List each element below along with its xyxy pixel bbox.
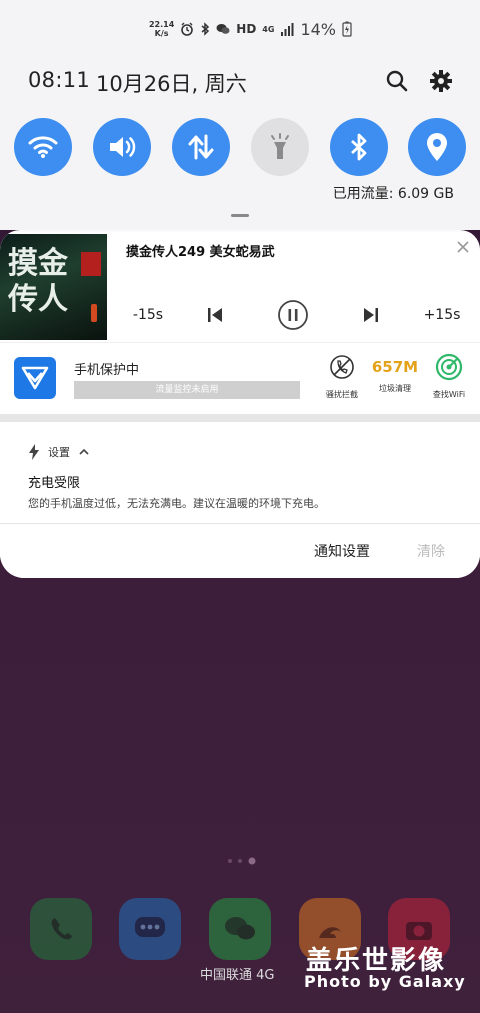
find-wifi-button[interactable]: 查找WiFi <box>424 353 474 409</box>
quick-tiles <box>14 118 466 176</box>
skip-next-icon <box>364 308 378 322</box>
pause-icon <box>278 300 308 330</box>
media-title: 摸金传人249 美女蛇易武 <box>126 245 275 260</box>
notification-header[interactable]: 设置 <box>28 444 90 460</box>
previous-button[interactable] <box>203 298 227 332</box>
security-title: 手机保护中 <box>74 363 140 378</box>
network-speed: 22.14 K/s <box>149 20 174 38</box>
skip-previous-icon <box>208 308 222 322</box>
lightning-icon <box>29 444 39 460</box>
network-speed-unit: K/s <box>154 29 169 38</box>
notification-list: 摸金 传人 摸金传人249 美女蛇易武 -15s +15s 手机保护中 流量监控… <box>0 230 480 578</box>
watermark-english: Photo by Galaxy <box>304 972 466 991</box>
speaker-icon <box>110 137 136 157</box>
harassment-block-label: 骚扰拦截 <box>326 390 358 399</box>
block-call-icon <box>330 355 354 379</box>
notification-separator <box>0 414 480 422</box>
media-controls: -15s +15s <box>107 298 480 332</box>
clear-button[interactable]: 清除 <box>417 541 445 561</box>
status-icons: 22.14 K/s HD 4G 14% <box>149 18 352 40</box>
flashlight-icon <box>271 133 289 159</box>
wifi-radar-icon <box>435 353 463 381</box>
rewind-label: -15s <box>132 307 164 323</box>
media-notification[interactable]: 摸金 传人 摸金传人249 美女蛇易武 -15s +15s <box>0 232 480 342</box>
alarm-icon <box>181 22 194 36</box>
next-button[interactable] <box>359 298 383 332</box>
network-speed-value: 22.14 <box>148 20 175 29</box>
notification-app-name: 设置 <box>48 446 70 459</box>
signal-icon <box>281 23 294 36</box>
album-art-figure <box>91 304 97 322</box>
clock: 08:11 <box>28 68 91 92</box>
notification-title: 充电受限 <box>28 476 81 491</box>
album-art: 摸金 传人 <box>0 234 107 340</box>
wechat-app[interactable] <box>209 898 271 960</box>
page-indicator <box>228 857 256 865</box>
battery-charging-icon <box>342 21 352 37</box>
camera-icon <box>406 922 432 940</box>
album-art-text-2: 传人 <box>8 282 68 317</box>
wechat-icon <box>225 917 255 940</box>
sound-tile[interactable] <box>93 118 151 176</box>
divider <box>0 523 480 524</box>
quick-settings-panel: 08:11 10月26日, 周六 已用流量: 6.09 GB <box>0 52 480 230</box>
junk-clean-label: 垃圾清理 <box>379 384 411 393</box>
date: 10月26日, 周六 <box>96 72 247 96</box>
hd-icon: HD <box>236 22 257 36</box>
junk-clean-button[interactable]: 657M 垃圾清理 <box>370 353 420 409</box>
find-wifi-label: 查找WiFi <box>432 390 466 399</box>
shield-check-icon <box>21 366 49 390</box>
data-transfer-icon <box>188 134 214 160</box>
close-icon[interactable] <box>456 240 470 254</box>
harassment-block-button[interactable]: 骚扰拦截 <box>317 353 367 409</box>
battery-percent: 14% <box>300 19 336 39</box>
junk-size: 657M <box>371 358 419 376</box>
bluetooth-status-icon <box>201 22 210 36</box>
search-icon[interactable] <box>384 68 410 94</box>
forward-15-button[interactable]: +15s <box>419 298 465 332</box>
charging-notification[interactable]: 设置 充电受限 您的手机温度过低，无法充满电。建议在温暖的环境下充电。 通知设置… <box>0 422 480 578</box>
traffic-monitor-status[interactable]: 流量监控未启用 <box>74 381 300 399</box>
network-type-icon: 4G <box>262 24 275 34</box>
status-bar: 22.14 K/s HD 4G 14% <box>0 0 480 52</box>
panel-drag-handle[interactable] <box>231 214 249 217</box>
notification-settings-button[interactable]: 通知设置 <box>314 541 370 561</box>
album-art-tag <box>81 252 101 276</box>
gear-icon[interactable] <box>428 68 454 94</box>
chevron-up-icon[interactable] <box>78 447 90 457</box>
data-usage-text: 已用流量: 6.09 GB <box>332 186 454 202</box>
wifi-tile[interactable] <box>14 118 72 176</box>
carrier-label: 中国联通 4G <box>200 968 275 983</box>
wechat-status-icon <box>216 24 230 34</box>
bluetooth-icon <box>351 133 367 161</box>
forward-label: +15s <box>423 307 461 323</box>
location-tile[interactable] <box>408 118 466 176</box>
phone-app[interactable] <box>30 898 92 960</box>
flashlight-tile[interactable] <box>251 118 309 176</box>
phone-icon <box>51 918 72 940</box>
message-icon <box>135 917 165 937</box>
security-notification[interactable]: 手机保护中 流量监控未启用 骚扰拦截 657M 垃圾清理 查找WiFi <box>0 342 480 414</box>
location-pin-icon <box>427 133 447 161</box>
notification-body: 您的手机温度过低，无法充满电。建议在温暖的环境下充电。 <box>28 497 325 510</box>
shield-logo <box>14 357 56 399</box>
messages-app[interactable] <box>119 898 181 960</box>
mobile-data-tile[interactable] <box>172 118 230 176</box>
wifi-icon <box>28 136 58 158</box>
bluetooth-tile[interactable] <box>330 118 388 176</box>
pause-button[interactable] <box>276 298 310 332</box>
rewind-15-button[interactable]: -15s <box>127 298 169 332</box>
